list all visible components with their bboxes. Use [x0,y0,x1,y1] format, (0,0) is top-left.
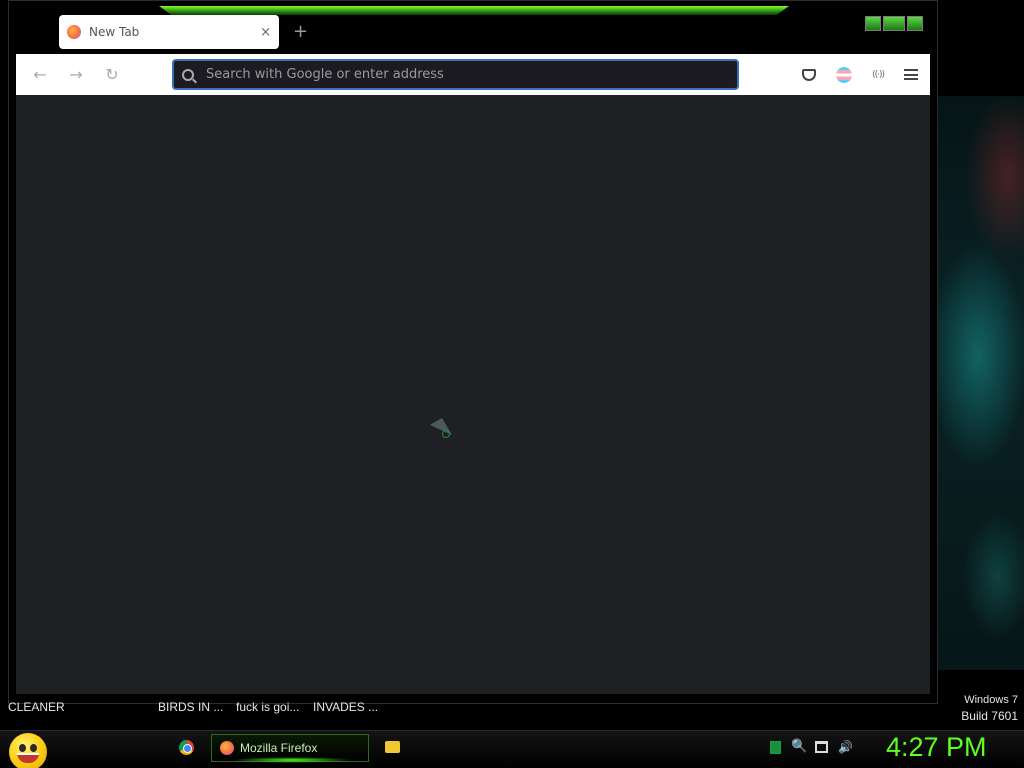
url-bar[interactable] [172,59,739,90]
windows-version-name: Windows 7 [964,694,1018,706]
url-input[interactable] [206,67,706,82]
network-icon[interactable] [815,741,828,753]
back-button[interactable]: ← [22,65,58,84]
desktop-icon-label[interactable]: BIRDS IN ... [158,700,223,714]
tray-app-icon[interactable] [770,740,781,754]
windows-build-number: Build 7601 [961,709,1018,723]
tray-search-icon[interactable]: 🔍 [791,740,807,754]
cursor-busy-indicator [442,430,450,438]
volume-icon[interactable]: 🔊 [838,740,853,754]
chrome-icon[interactable] [179,740,194,755]
desktop-icon-label[interactable]: fuck is goi... [236,700,299,714]
maximize-button[interactable] [883,16,905,31]
pocket-icon[interactable] [802,68,817,81]
firefox-window: New Tab × + ← → ↻ ((·)) [8,0,938,704]
taskbar-firefox-button[interactable]: Mozilla Firefox [211,734,369,763]
system-tray: 🔍 🔊 [770,740,853,754]
search-icon [182,68,194,81]
toolbar-right-icons: ((·)) [802,54,918,95]
desktop-icon-label[interactable]: INVADES ... [313,700,378,714]
desktop-icon-label[interactable]: CLEANER [8,700,65,714]
start-button[interactable] [9,733,47,768]
taskbar [0,730,1024,768]
taskbar-firefox-label: Mozilla Firefox [240,741,318,755]
forward-button[interactable]: → [58,65,94,84]
window-controls [865,16,923,31]
window-glow-accent [159,6,789,15]
active-glow [232,757,352,763]
menu-hamburger-icon[interactable] [904,69,918,80]
extension-icon[interactable]: ((·)) [872,70,885,80]
mouse-cursor-icon [429,417,453,443]
close-window-button[interactable] [907,16,923,31]
account-avatar-icon[interactable] [836,66,853,83]
firefox-icon [67,25,81,39]
taskbar-clock[interactable]: 4:27 PM [886,732,987,763]
folder-icon[interactable] [385,741,400,753]
smiley-mouth [17,753,39,763]
reload-button[interactable]: ↻ [94,65,130,84]
desktop-wallpaper [938,96,1024,670]
tab-new-tab[interactable]: New Tab × [59,15,279,49]
smiley-eye [30,744,37,752]
nav-toolbar: ← → ↻ ((·)) [16,54,930,95]
tab-close-icon[interactable]: × [260,25,271,40]
tab-title: New Tab [89,25,140,39]
new-tab-button[interactable]: + [293,21,308,42]
new-tab-page [16,95,930,694]
smiley-eye [19,744,26,752]
firefox-icon [220,741,234,755]
minimize-button[interactable] [865,16,881,31]
windows-version-watermark: Windows 7 Build 7601 [961,694,1018,723]
